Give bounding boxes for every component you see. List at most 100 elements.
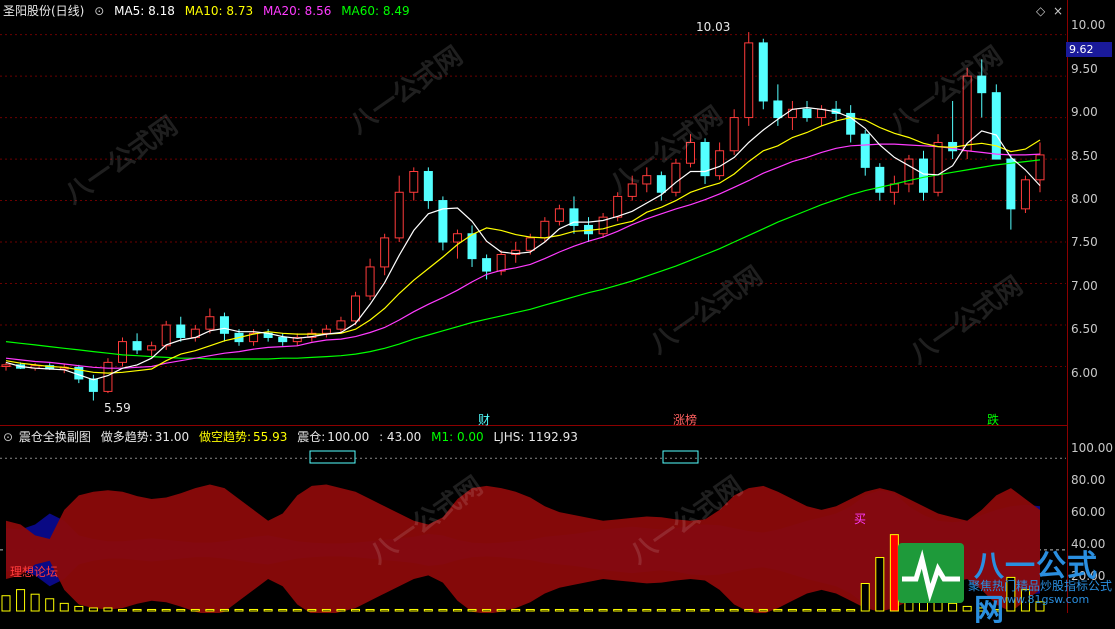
volume-bar bbox=[627, 608, 637, 612]
candle-body bbox=[758, 42, 768, 102]
event-finance-marker[interactable]: 财 bbox=[478, 411, 490, 428]
volume-bar bbox=[380, 608, 390, 612]
volume-bar bbox=[176, 608, 186, 612]
main-price-chart[interactable] bbox=[0, 0, 1068, 425]
candle-body bbox=[802, 108, 812, 119]
close-icon[interactable]: × bbox=[1053, 4, 1063, 18]
logo-mark-icon bbox=[898, 543, 964, 603]
ljhs-value: LJHS: 1192.93 bbox=[493, 430, 578, 444]
volume-bar bbox=[729, 608, 739, 612]
candle-body bbox=[685, 141, 695, 164]
volume-bar bbox=[307, 608, 317, 612]
candle-body bbox=[656, 175, 666, 193]
current-price-tag: 9.62 bbox=[1066, 42, 1112, 57]
candle-body bbox=[977, 75, 987, 94]
candle-body bbox=[482, 258, 492, 272]
axis-divider bbox=[1067, 0, 1068, 613]
main-header: 圣阳股份(日线) ⊙ MA5: 8.18 MA10: 8.73 MA20: 8.… bbox=[3, 3, 416, 19]
short-trend-value: 55.93 bbox=[253, 430, 288, 444]
volume-bar bbox=[321, 608, 331, 612]
candle-body bbox=[205, 316, 215, 330]
ma60-line bbox=[5, 159, 1041, 360]
volume-bar bbox=[554, 608, 564, 612]
event-rank-marker[interactable]: 涨榜 bbox=[673, 411, 697, 428]
volume-bar bbox=[758, 608, 768, 612]
candle-body bbox=[540, 220, 550, 239]
price-tick: 7.00 bbox=[1071, 279, 1098, 293]
forum-label: 理想论坛 bbox=[10, 565, 59, 579]
candle-body bbox=[933, 141, 943, 193]
ma20-label: MA20: 8.56 bbox=[262, 4, 332, 18]
logo-url: www.81gsw.com bbox=[998, 593, 1090, 606]
low-price-label: 5.59 bbox=[104, 401, 131, 415]
site-logo: 八一公式网 聚焦热门精品炒股指标公式 www.81gsw.com bbox=[898, 541, 1115, 628]
volume-bar bbox=[103, 607, 113, 612]
logo-subtitle: 聚焦热门精品炒股指标公式 bbox=[968, 579, 1113, 593]
indicator-name[interactable]: 震仓全换副图 bbox=[19, 430, 91, 444]
volume-bar bbox=[511, 608, 521, 612]
volume-bar bbox=[802, 608, 812, 612]
extra-value: : 43.00 bbox=[379, 430, 422, 444]
stock-title[interactable]: 圣阳股份(日线) bbox=[3, 4, 84, 18]
volume-bar bbox=[700, 608, 710, 612]
diamond-icon[interactable]: ◇ bbox=[1036, 4, 1045, 18]
volume-bar bbox=[540, 608, 550, 612]
candle-body bbox=[351, 295, 361, 322]
candle-body bbox=[1035, 154, 1045, 181]
event-fall-marker[interactable]: 跌 bbox=[987, 411, 999, 428]
volume-bar bbox=[278, 608, 288, 612]
candle-body bbox=[467, 233, 477, 260]
candle-body bbox=[918, 158, 928, 193]
volume-bar bbox=[147, 608, 157, 612]
volume-bar bbox=[161, 608, 171, 612]
candle-body bbox=[161, 324, 171, 347]
candle-body bbox=[336, 320, 346, 330]
volume-bar bbox=[249, 608, 259, 612]
candle-body bbox=[1020, 179, 1030, 210]
volume-bar bbox=[569, 608, 579, 612]
candle-body bbox=[438, 200, 448, 243]
volume-bar bbox=[292, 608, 302, 612]
candle-body bbox=[278, 336, 288, 343]
long-trend-area bbox=[6, 484, 1040, 613]
collapse-icon[interactable]: ⊙ bbox=[94, 4, 104, 18]
candle-body bbox=[380, 237, 390, 268]
volume-bar bbox=[234, 608, 244, 612]
candle-body bbox=[525, 237, 535, 251]
candle-body bbox=[394, 191, 404, 239]
volume-bar bbox=[584, 608, 594, 612]
volume-bar bbox=[744, 608, 754, 612]
volume-bar bbox=[860, 583, 870, 612]
panel-divider bbox=[0, 425, 1068, 426]
volume-bar bbox=[831, 608, 841, 612]
sub-tick: 80.00 bbox=[1071, 473, 1106, 487]
volume-bar bbox=[263, 608, 273, 612]
shake-label: 震仓: bbox=[297, 430, 326, 444]
candle-body bbox=[729, 117, 739, 152]
volume-bar bbox=[613, 608, 623, 612]
volume-bar bbox=[45, 598, 55, 612]
volume-bar bbox=[438, 608, 448, 612]
short-trend-label: 做空趋势: bbox=[198, 430, 252, 444]
candle-body bbox=[962, 75, 972, 152]
volume-bar bbox=[59, 602, 69, 612]
volume-bar bbox=[671, 608, 681, 612]
volume-bar bbox=[118, 608, 128, 612]
candle-body bbox=[613, 195, 623, 218]
candle-body bbox=[991, 92, 1001, 160]
volume-bar bbox=[1, 595, 11, 612]
high-price-label: 10.03 bbox=[696, 20, 731, 34]
candle-body bbox=[409, 171, 419, 193]
collapse-icon[interactable]: ⊙ bbox=[3, 430, 13, 444]
volume-bar bbox=[846, 608, 856, 612]
candle-body bbox=[423, 171, 433, 202]
ma5-line bbox=[5, 106, 1041, 381]
volume-bar bbox=[525, 608, 535, 612]
candle-body bbox=[321, 328, 331, 334]
candle-body bbox=[219, 316, 229, 334]
candle-body bbox=[744, 42, 754, 119]
price-tick: 10.00 bbox=[1071, 18, 1106, 32]
chart-window[interactable]: 八一公式网 八一公式网 八一公式网 八一公式网 八一公式网 八一公式网 八一公式… bbox=[0, 0, 1115, 628]
price-tick: 8.50 bbox=[1071, 149, 1098, 163]
sub-tick: 60.00 bbox=[1071, 505, 1106, 519]
